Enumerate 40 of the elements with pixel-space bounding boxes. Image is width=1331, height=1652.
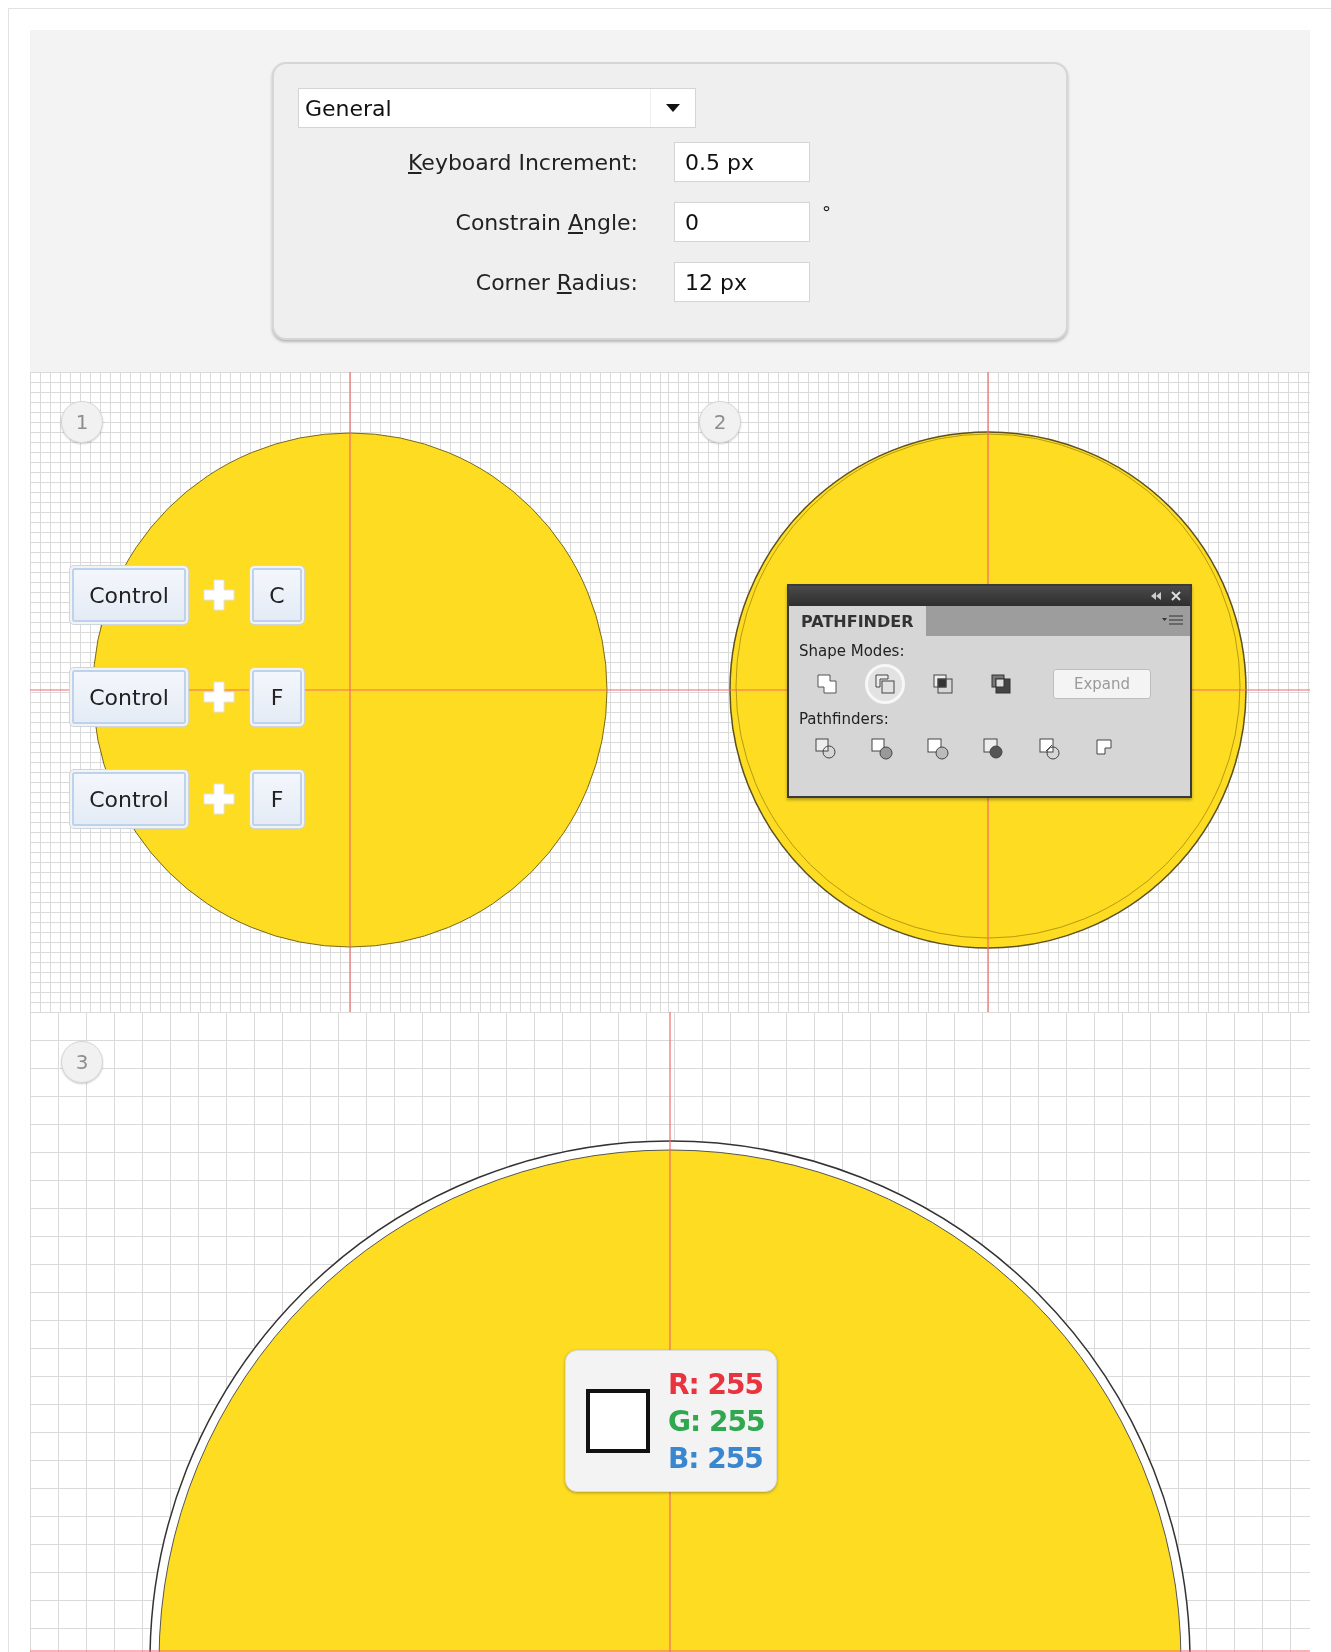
- dropdown[interactable]: General: [298, 88, 696, 128]
- unit-label: °: [822, 202, 832, 223]
- close-icon[interactable]: [1170, 591, 1182, 601]
- field-label: Corner Radius:: [474, 269, 638, 295]
- section-label: Pathfinders:: [799, 710, 890, 728]
- shape-mode-icon: [990, 673, 1012, 695]
- input-field[interactable]: 0.5 px: [674, 142, 810, 182]
- collapse-icon[interactable]: [1150, 591, 1162, 601]
- keyboard-key: C: [250, 566, 304, 624]
- shape-mode-icon: [932, 673, 954, 695]
- pathfinder-icon: [926, 737, 950, 761]
- field-label: Constrain Angle:: [454, 209, 638, 235]
- caret-icon: [665, 103, 681, 113]
- plus-icon: [202, 578, 236, 612]
- color-value: B: 255: [668, 1441, 764, 1475]
- step-number: 3: [61, 1041, 103, 1083]
- plus-icon: [202, 680, 236, 714]
- color-value: R: 255: [668, 1367, 764, 1401]
- panel-tab[interactable]: PATHFINDER: [789, 606, 926, 636]
- shape-mode-icon: [816, 673, 838, 695]
- shape-mode-icon: [874, 673, 896, 695]
- pathfinder-icon: [814, 737, 838, 761]
- keyboard-key: F: [250, 770, 304, 828]
- section-label: Shape Modes:: [799, 642, 906, 660]
- pathfinder-icon: [870, 737, 894, 761]
- field-label: Keyboard Increment:: [407, 149, 638, 175]
- color-value: G: 255: [668, 1404, 765, 1438]
- plus-icon: [202, 782, 236, 816]
- color-swatch: [586, 1389, 650, 1453]
- step-number: 2: [699, 401, 741, 443]
- pathfinder-icon: [982, 737, 1006, 761]
- keyboard-key: Control: [70, 668, 188, 726]
- keyboard-key: Control: [70, 566, 188, 624]
- input-field[interactable]: 12 px: [674, 262, 810, 302]
- step-number: 1: [61, 401, 103, 443]
- keyboard-key: Control: [70, 770, 188, 828]
- keyboard-key: F: [250, 668, 304, 726]
- input-field[interactable]: 0: [674, 202, 810, 242]
- menu-icon[interactable]: [1162, 614, 1184, 628]
- pathfinder-icon: [1038, 737, 1062, 761]
